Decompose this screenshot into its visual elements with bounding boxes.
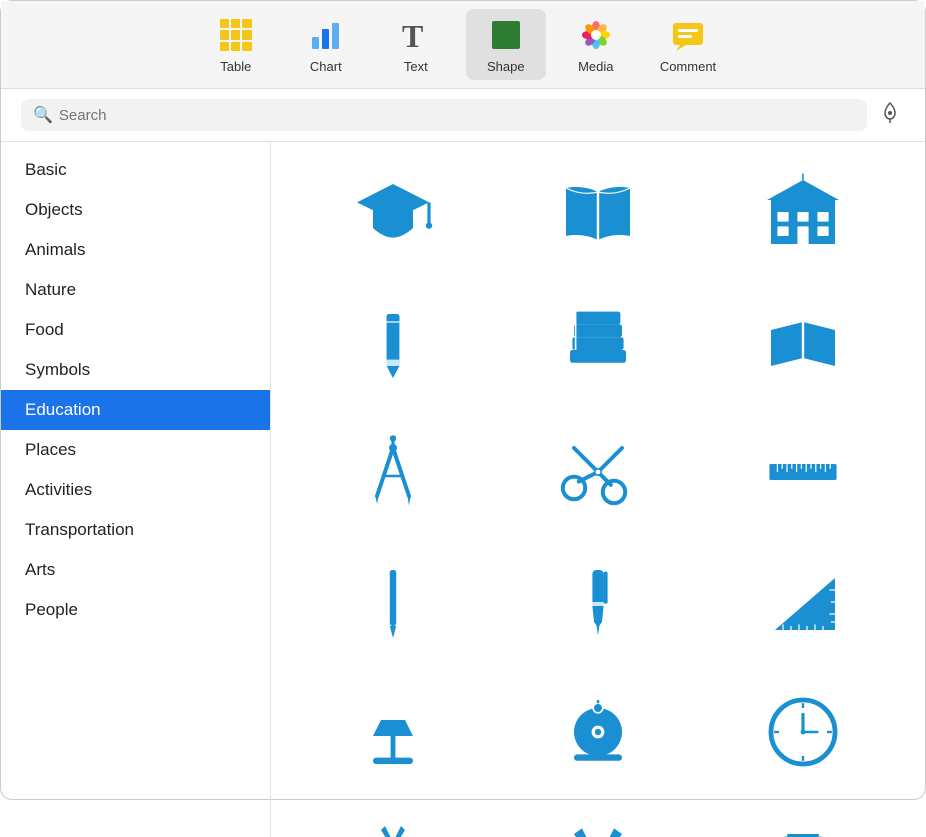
sidebar-item-education[interactable]: Education [1,390,270,430]
icon-trophy-cup[interactable] [710,812,895,837]
icon-pencil[interactable] [301,292,486,392]
sidebar-item-animals[interactable]: Animals [1,230,270,270]
text-icon: T [396,15,436,55]
icon-clock[interactable] [710,682,895,782]
icon-graduation-cap[interactable] [301,162,486,262]
toolbar-table-label: Table [220,59,251,74]
icon-scissors[interactable] [506,422,691,522]
icons-grid [271,142,925,837]
icon-medal[interactable] [301,812,486,837]
toolbar-chart-label: Chart [310,59,342,74]
table-icon [216,15,256,55]
pen-tool-icon[interactable] [875,97,905,133]
toolbar-text[interactable]: T Text [376,9,456,80]
icon-pen[interactable] [301,552,486,652]
toolbar-text-label: Text [404,59,428,74]
icon-ruler[interactable] [710,422,895,522]
icon-fountain-pen[interactable] [506,552,691,652]
toolbar-comment-label: Comment [660,59,716,74]
icon-triangle-ruler[interactable] [710,552,895,652]
comment-icon [668,15,708,55]
toolbar-media-label: Media [578,59,613,74]
icon-stack-books[interactable] [506,292,691,392]
search-bar: 🔍 [1,89,925,142]
chart-icon [306,15,346,55]
sidebar-item-food[interactable]: Food [1,310,270,350]
svg-text:T: T [402,18,423,53]
sidebar-item-transportation[interactable]: Transportation [1,510,270,550]
icon-school-bell[interactable] [506,682,691,782]
media-icon [576,15,616,55]
icon-trophy-ribbon[interactable] [506,812,691,837]
search-icon: 🔍 [33,105,53,125]
search-input[interactable] [59,107,855,124]
main-content: Basic Objects Animals Nature Food Symbol… [1,142,925,837]
sidebar-item-nature[interactable]: Nature [1,270,270,310]
toolbar-shape[interactable]: Shape [466,9,546,80]
toolbar-comment[interactable]: Comment [646,9,730,80]
sidebar: Basic Objects Animals Nature Food Symbol… [1,142,271,837]
shape-icon [486,15,526,55]
toolbar-chart[interactable]: Chart [286,9,366,80]
sidebar-item-symbols[interactable]: Symbols [1,350,270,390]
icon-school-building[interactable] [710,162,895,262]
sidebar-item-activities[interactable]: Activities [1,470,270,510]
toolbar-table[interactable]: Table [196,9,276,80]
sidebar-item-places[interactable]: Places [1,430,270,470]
search-input-wrapper: 🔍 [21,99,867,131]
sidebar-item-people[interactable]: People [1,590,270,630]
icon-desk-lamp[interactable] [301,682,486,782]
icon-open-book[interactable] [506,162,691,262]
icon-book-open-simple[interactable] [710,292,895,392]
toolbar-media[interactable]: Media [556,9,636,80]
toolbar: Table Chart T Text Shape [1,1,925,89]
sidebar-item-basic[interactable]: Basic [1,150,270,190]
sidebar-item-objects[interactable]: Objects [1,190,270,230]
sidebar-item-arts[interactable]: Arts [1,550,270,590]
toolbar-shape-label: Shape [487,59,525,74]
icon-compass[interactable] [301,422,486,522]
